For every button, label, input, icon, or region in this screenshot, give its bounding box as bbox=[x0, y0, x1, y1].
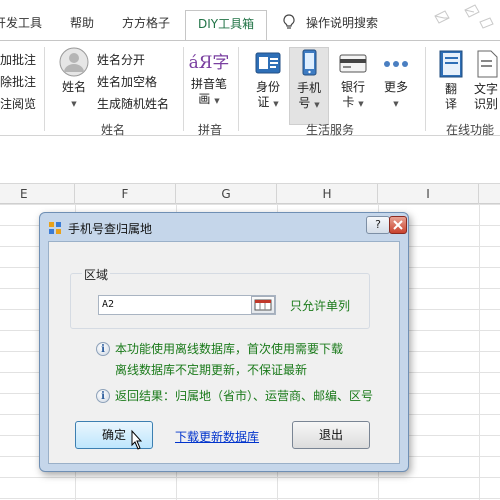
bank-card-button[interactable]: 银行 卡 ▼ bbox=[333, 49, 373, 112]
add-comment-button[interactable]: 加批注 bbox=[0, 53, 36, 67]
ribbon-body: 加批注 除批注 注阅览 姓名 ▼ 姓名分开 姓名加空格 生成随机姓名 姓名 áЯ… bbox=[0, 40, 500, 137]
tab-fangfang[interactable]: 方方格子 bbox=[122, 14, 170, 31]
bank-card-label-1: 银行 bbox=[340, 80, 365, 94]
tell-me-search[interactable]: 操作说明搜索 bbox=[306, 14, 378, 31]
bank-card-label-2: 卡 ▼ bbox=[342, 95, 364, 109]
name-add-space-button[interactable]: 姓名加空格 bbox=[97, 75, 157, 89]
id-card-icon bbox=[255, 52, 281, 74]
close-button[interactable] bbox=[389, 216, 407, 234]
help-button[interactable]: ? bbox=[366, 216, 390, 234]
more-dots-icon bbox=[384, 61, 408, 67]
info-icon: i bbox=[96, 342, 110, 356]
mouse-cursor-icon bbox=[131, 429, 143, 450]
pinyin-stroke-button[interactable]: áЯ字 拼音笔 画 ▼ bbox=[188, 49, 230, 109]
lightbulb-icon bbox=[282, 14, 296, 30]
id-card-button[interactable]: 身份 证 ▼ bbox=[248, 49, 288, 112]
download-database-link[interactable]: 下载更新数据库 bbox=[175, 428, 259, 445]
decor-envelopes-icon bbox=[434, 4, 494, 29]
column-header-f[interactable]: F bbox=[75, 184, 176, 204]
more-button[interactable]: 更多 ▼ bbox=[375, 49, 417, 112]
pinyin-button-label-2: 画 ▼ bbox=[198, 92, 220, 106]
info-line-1: 本功能使用离线数据库，首次使用需要下载 bbox=[115, 342, 344, 356]
group-label-online: 在线功能 bbox=[446, 123, 495, 137]
group-label-life-services: 生活服务 bbox=[306, 123, 355, 137]
tab-diy-toolbox[interactable]: DIY工具箱 bbox=[185, 10, 268, 41]
chevron-down-icon: ▼ bbox=[71, 100, 77, 108]
column-header-g[interactable]: G bbox=[176, 184, 277, 204]
mobile-label-2: 号 ▼ bbox=[298, 96, 320, 110]
comment-view-button[interactable]: 注阅览 bbox=[0, 97, 36, 111]
ocr-label-1: 文字 bbox=[474, 82, 499, 96]
excel-window: 开发工具 帮助 方方格子 DIY工具箱 操作说明搜索 加批注 除批注 注阅览 姓… bbox=[0, 0, 500, 500]
ribbon-tab-bar: 开发工具 帮助 方方格子 DIY工具箱 操作说明搜索 bbox=[0, 0, 500, 41]
tab-developer[interactable]: 开发工具 bbox=[0, 14, 42, 31]
column-header-row: E F G H I bbox=[0, 184, 500, 204]
info-icon: i bbox=[96, 389, 110, 403]
app-icon bbox=[49, 222, 61, 234]
divider bbox=[238, 47, 239, 131]
mobile-phone-icon bbox=[302, 49, 317, 76]
range-select-icon bbox=[254, 299, 272, 311]
formula-bar-area[interactable] bbox=[0, 137, 500, 184]
document-ocr-icon bbox=[477, 50, 498, 78]
divider bbox=[425, 47, 426, 131]
person-avatar-icon bbox=[59, 47, 89, 77]
translate-label-1: 翻 bbox=[444, 82, 457, 96]
close-icon bbox=[393, 220, 403, 230]
region-group-label: 区域 bbox=[82, 266, 111, 283]
ocr-button[interactable]: 文字 识别 bbox=[474, 49, 500, 112]
dialog-titlebar[interactable]: 手机号查归属地 ? bbox=[40, 213, 408, 241]
split-name-button[interactable]: 姓名分开 bbox=[97, 53, 145, 67]
bank-card-icon bbox=[339, 54, 367, 73]
remove-comment-button[interactable]: 除批注 bbox=[0, 75, 36, 89]
column-header-i[interactable]: I bbox=[378, 184, 479, 204]
dialog-title: 手机号查归属地 bbox=[68, 222, 153, 236]
tab-help[interactable]: 帮助 bbox=[70, 14, 94, 31]
id-card-label-1: 身份 bbox=[255, 80, 280, 94]
pinyin-button-label-1: 拼音笔 bbox=[190, 77, 227, 91]
random-name-button[interactable]: 生成随机姓名 bbox=[97, 97, 169, 111]
id-card-label-2: 证 ▼ bbox=[257, 95, 279, 109]
column-header-e[interactable]: E bbox=[0, 184, 75, 204]
ocr-label-2: 识别 bbox=[474, 97, 499, 111]
column-header-h[interactable]: H bbox=[277, 184, 378, 204]
group-label-pinyin: 拼音 bbox=[198, 123, 223, 137]
info-line-2: 离线数据库不定期更新，不保证最新 bbox=[115, 363, 308, 377]
single-column-note: 只允许单列 bbox=[290, 299, 351, 313]
mobile-label-1: 手机 bbox=[296, 81, 321, 95]
translate-button[interactable]: 翻 译 bbox=[433, 49, 469, 112]
divider bbox=[44, 47, 45, 131]
more-chevron: ▼ bbox=[393, 100, 399, 108]
mobile-button[interactable]: 手机 号 ▼ bbox=[289, 47, 329, 125]
translate-label-2: 译 bbox=[444, 97, 457, 111]
pinyin-icon: áЯ字 bbox=[188, 53, 230, 73]
translate-book-icon bbox=[439, 50, 463, 78]
range-picker-button[interactable] bbox=[251, 296, 275, 314]
more-label: 更多 bbox=[383, 80, 408, 94]
exit-button[interactable]: 退出 bbox=[292, 421, 370, 449]
divider bbox=[183, 47, 184, 131]
range-input[interactable]: A2 bbox=[98, 295, 276, 315]
info-result-line: 返回结果：归属地（省市）、运营商、邮编、区号 bbox=[115, 389, 374, 403]
name-button-label: 姓名 bbox=[61, 80, 86, 94]
group-label-name: 姓名 bbox=[101, 123, 126, 137]
name-button[interactable]: 姓名 ▼ bbox=[55, 47, 93, 109]
